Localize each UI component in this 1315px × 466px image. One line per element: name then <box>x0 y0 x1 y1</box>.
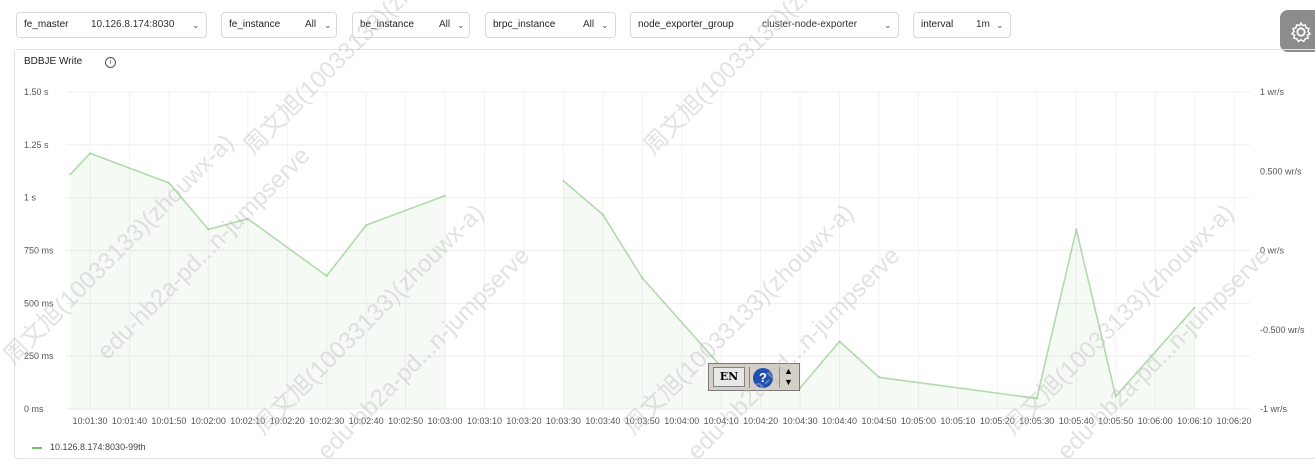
y-tick-label-right: -1 wr/s <box>1260 404 1288 414</box>
x-tick-label: 10:05:10 <box>940 416 975 426</box>
help-icon[interactable]: ? <box>753 368 773 388</box>
data-point <box>602 213 604 216</box>
x-tick-label: 10:03:10 <box>467 416 502 426</box>
x-tick-label: 10:03:40 <box>585 416 620 426</box>
x-tick-label: 10:01:40 <box>112 416 147 426</box>
x-tick-label: 10:05:40 <box>1059 416 1094 426</box>
legend-label: 10.126.8.174:8030-99th <box>50 442 146 452</box>
x-tick-label: 10:05:50 <box>1098 416 1133 426</box>
x-tick-label: 10:02:00 <box>191 416 226 426</box>
data-point <box>1193 306 1196 309</box>
bdbje-write-chart: 0 ms 250 ms 500 ms 750 ms 1 s 1.25 s 1.50 s -1… <box>24 87 1305 426</box>
legend-swatch <box>32 446 42 449</box>
x-tick-label: 10:04:20 <box>743 416 778 426</box>
x-tick-label: 10:02:40 <box>349 416 384 426</box>
x-tick-label: 10:02:20 <box>270 416 305 426</box>
ime-toolbar[interactable]: EN ? ▲ ▼ <box>708 363 800 391</box>
series-area <box>69 152 1196 409</box>
y-tick-label-right: -0.500 wr/s <box>1260 325 1305 335</box>
x-tick-label: 10:04:10 <box>704 416 739 426</box>
x-tick-label: 10:05:00 <box>901 416 936 426</box>
x-tick-label: 10:01:30 <box>72 416 107 426</box>
x-tick-label: 10:06:00 <box>1138 416 1173 426</box>
y-tick-label-left: 1.50 s <box>24 87 49 97</box>
data-point <box>1114 395 1117 398</box>
ime-separator <box>779 367 780 388</box>
data-point <box>325 275 328 277</box>
x-axis: 10:01:30 10:01:40 10:01:50 10:02:00 10:02:10… <box>72 416 1251 426</box>
x-tick-label: 10:05:20 <box>980 416 1015 426</box>
x-tick-label: 10:02:10 <box>230 416 265 426</box>
right-y-axis: -1 wr/s -0.500 wr/s 0 wr/s 0.500 wr/s 1 wr/s <box>1260 87 1305 414</box>
y-tick-label-left: 0 ms <box>24 404 44 414</box>
data-point <box>247 218 249 220</box>
series-area-fill <box>70 153 446 409</box>
y-tick-label-right: 0.500 wr/s <box>1260 166 1302 176</box>
y-tick-label-left: 500 ms <box>24 298 54 308</box>
ime-options-arrows-icon[interactable]: ▲ ▼ <box>784 366 793 388</box>
x-tick-label: 10:01:50 <box>151 416 186 426</box>
data-point <box>168 182 170 184</box>
y-tick-label-left: 1.25 s <box>24 140 49 150</box>
data-point <box>1075 228 1078 231</box>
data-point <box>838 340 841 343</box>
y-tick-label-left: 750 ms <box>24 246 54 256</box>
x-tick-label: 10:04:30 <box>783 416 818 426</box>
data-point <box>562 180 565 182</box>
data-point <box>444 194 446 197</box>
x-tick-label: 10:03:30 <box>546 416 581 426</box>
data-point <box>878 376 880 379</box>
x-tick-label: 10:05:30 <box>1019 416 1054 426</box>
data-point <box>365 224 368 226</box>
x-tick-label: 10:03:20 <box>506 416 541 426</box>
data-point <box>69 173 72 176</box>
y-tick-label-left: 250 ms <box>24 351 54 361</box>
data-point <box>207 228 210 231</box>
x-tick-label: 10:06:10 <box>1177 416 1212 426</box>
y-tick-label-right: 0 wr/s <box>1260 246 1285 256</box>
ime-language-button[interactable]: EN <box>713 367 745 387</box>
x-tick-label: 10:04:40 <box>822 416 857 426</box>
data-point <box>1036 397 1038 400</box>
left-y-axis: 0 ms 250 ms 500 ms 750 ms 1 s 1.25 s 1.50 s <box>24 87 54 414</box>
data-point <box>89 152 91 155</box>
x-tick-label: 10:04:50 <box>861 416 896 426</box>
x-tick-label: 10:03:50 <box>625 416 660 426</box>
x-tick-label: 10:04:00 <box>664 416 699 426</box>
x-tick-label: 10:03:00 <box>428 416 463 426</box>
x-tick-label: 10:02:50 <box>388 416 423 426</box>
y-tick-label-right: 1 wr/s <box>1260 87 1285 97</box>
chart-legend[interactable]: 10.126.8.174:8030-99th <box>32 442 146 452</box>
ime-separator <box>749 367 750 388</box>
y-tick-label-left: 1 s <box>24 193 37 203</box>
x-tick-label: 10:02:30 <box>309 416 344 426</box>
x-tick-label: 10:06:20 <box>1217 416 1252 426</box>
data-point <box>641 277 644 279</box>
